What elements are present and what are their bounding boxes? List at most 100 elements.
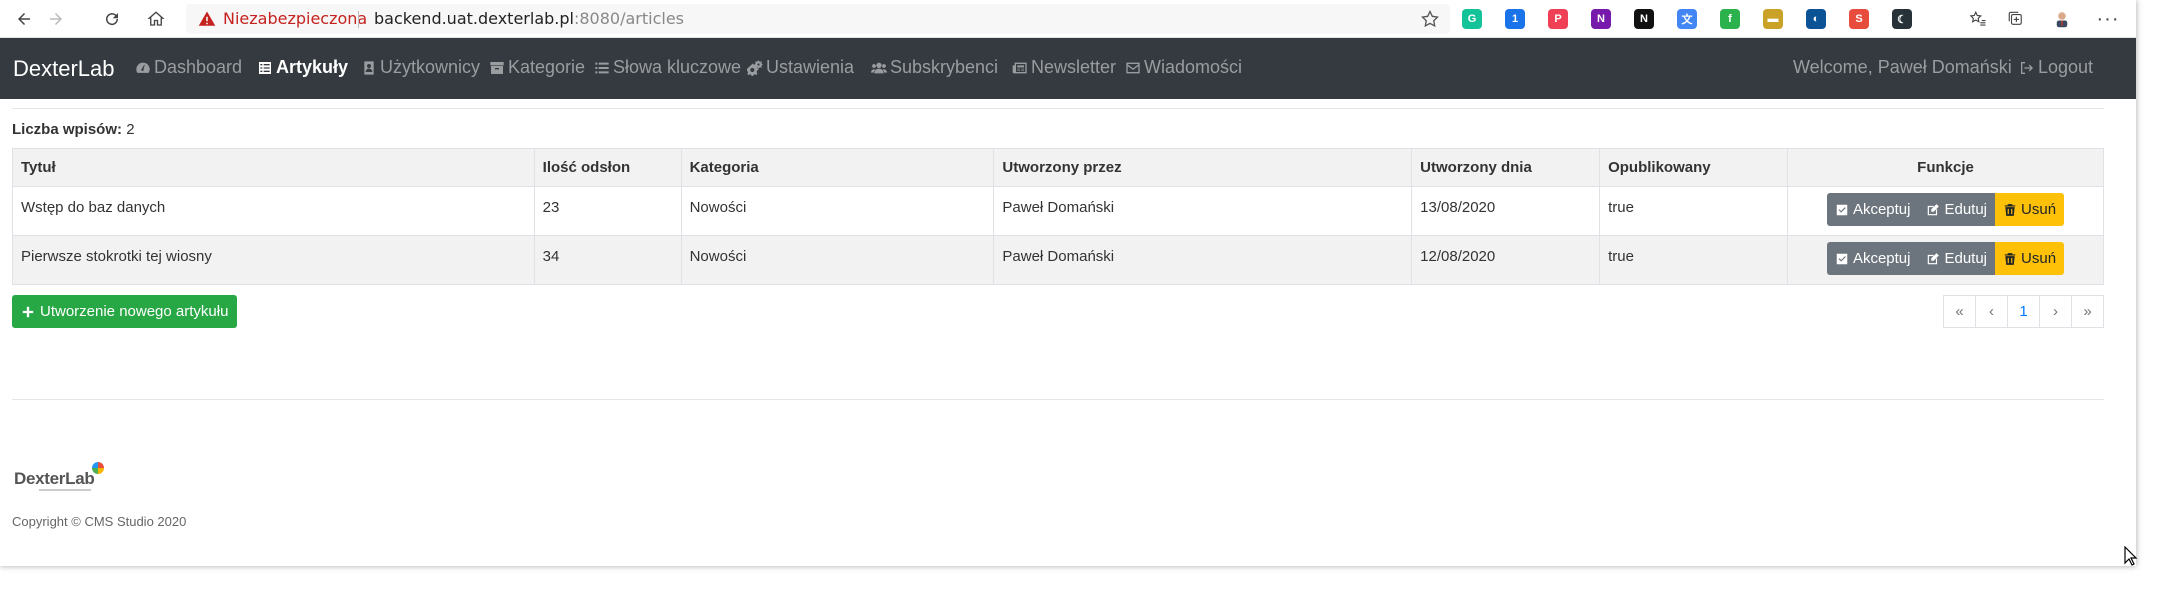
articles-table: Tytuł Ilość odsłon Kategoria Utworzony p…: [12, 148, 2104, 285]
checkbox-icon: [1836, 253, 1848, 264]
column-header-title[interactable]: Tytuł: [12, 148, 535, 187]
address-bar[interactable]: Niezabezpieczona backend.uat.dexterlab.p…: [186, 4, 1450, 34]
footer-divider: [12, 399, 2104, 400]
page-first[interactable]: «: [1943, 295, 1976, 328]
page-last[interactable]: »: [2071, 295, 2104, 328]
url-text[interactable]: backend.uat.dexterlab.pl:8080/articles: [374, 4, 684, 34]
cell-author: Paweł Domański: [993, 235, 1413, 285]
grammarly-icon[interactable]: G: [1462, 9, 1482, 29]
edit-button[interactable]: Edutuj: [1918, 193, 1996, 226]
logo-mark-icon: [92, 462, 104, 474]
delete-button[interactable]: Usuń: [1995, 193, 2065, 226]
nav-item-label: Dashboard: [154, 57, 243, 77]
nav-item-categories[interactable]: Kategorie: [489, 57, 585, 78]
divider: [12, 108, 2104, 109]
logout-link[interactable]: Logout: [2019, 57, 2093, 78]
nav-item-newsletter[interactable]: Newsletter: [1012, 57, 1116, 78]
cogs-icon: [747, 60, 763, 76]
footer-logo-text: DexterLab: [14, 469, 95, 488]
cell-functions: Akceptuj Edutuj Usuń: [1787, 186, 2104, 236]
delete-label: Usuń: [2021, 250, 2057, 267]
sign-out-icon: [2021, 61, 2033, 74]
nav-item-label: Ustawienia: [766, 57, 855, 77]
nav-item-subscribers[interactable]: Subskrybenci: [871, 57, 998, 78]
envelope-icon: [1126, 62, 1140, 73]
browser-window: Niezabezpieczona backend.uat.dexterlab.p…: [0, 0, 2136, 566]
table-row: Pierwsze stokrotki tej wiosny 34 Nowości…: [12, 235, 2104, 285]
dashboard-icon: [136, 62, 150, 73]
user-card-icon: [364, 60, 374, 75]
translate-icon[interactable]: 文: [1677, 9, 1697, 29]
column-header-author[interactable]: Utworzony przez: [993, 148, 1413, 187]
accept-button[interactable]: Akceptuj: [1826, 193, 1919, 226]
row-actions: Akceptuj Edutuj Usuń: [1826, 242, 2065, 275]
more-icon[interactable]: ···: [2096, 7, 2120, 31]
brand-logo[interactable]: DexterLab: [13, 56, 115, 82]
column-header-date[interactable]: Utworzony dnia: [1411, 148, 1601, 187]
accept-label: Akceptuj: [1852, 250, 1911, 267]
onenote-icon[interactable]: N: [1591, 9, 1611, 29]
archive-icon: [490, 61, 504, 74]
logo-tagline: [39, 489, 91, 491]
nav-item-messages[interactable]: Wiadomości: [1125, 57, 1242, 78]
nav-item-label: Newsletter: [1031, 57, 1117, 77]
cell-date: 13/08/2020: [1411, 186, 1601, 236]
checkbox-icon: [1836, 204, 1848, 215]
bookmark-star-icon[interactable]: [1420, 9, 1440, 29]
nav-item-dashboard[interactable]: Dashboard: [135, 57, 242, 78]
profile-avatar[interactable]: [2050, 7, 2074, 31]
page-current[interactable]: 1: [2007, 295, 2040, 328]
cell-title: Wstęp do baz danych: [12, 186, 535, 236]
ext-bar-icon[interactable]: ▬: [1763, 9, 1783, 29]
onepassword-icon[interactable]: 1: [1505, 9, 1525, 29]
list-icon: [259, 61, 271, 74]
favorites-icon[interactable]: [1966, 7, 1990, 31]
nav-item-label: Kategorie: [508, 57, 586, 77]
column-header-published[interactable]: Opublikowany: [1599, 148, 1789, 187]
nav-item-articles[interactable]: Artykuły: [257, 57, 348, 78]
home-icon[interactable]: [144, 7, 168, 31]
cell-category: Nowości: [680, 235, 995, 285]
reload-icon[interactable]: [100, 7, 124, 31]
browser-toolbar: Niezabezpieczona backend.uat.dexterlab.p…: [0, 0, 2136, 38]
cell-category: Nowości: [680, 186, 995, 236]
accept-button[interactable]: Akceptuj: [1826, 242, 1919, 275]
address-separator: [358, 11, 359, 28]
nav-item-label: Subskrybenci: [890, 57, 999, 77]
users-icon: [871, 62, 887, 73]
plus-icon: [22, 306, 34, 317]
delete-button[interactable]: Usuń: [1995, 242, 2065, 275]
ext-circle-icon[interactable]: ◐: [1806, 9, 1826, 29]
page-next[interactable]: ›: [2039, 295, 2072, 328]
trash-icon: [2004, 203, 2016, 216]
feedly-icon[interactable]: f: [1720, 9, 1740, 29]
ext-badge-icon[interactable]: S: [1849, 9, 1869, 29]
nav-item-users[interactable]: Użytkownicy: [361, 57, 480, 78]
forward-icon[interactable]: [44, 7, 68, 31]
trash-icon: [2004, 252, 2016, 265]
security-status[interactable]: Niezabezpieczona: [223, 4, 367, 34]
nav-item-keywords[interactable]: Słowa kluczowe: [594, 57, 741, 78]
edit-icon: [1928, 252, 1940, 264]
pagination: « ‹ 1 › »: [1943, 295, 2104, 328]
delete-label: Usuń: [2021, 201, 2057, 218]
footer-logo: DexterLab: [14, 462, 114, 494]
mouse-cursor-icon: [2124, 546, 2138, 566]
url-host: backend.uat.dexterlab.pl: [374, 9, 574, 28]
nav-item-settings[interactable]: Ustawienia: [747, 57, 854, 78]
cell-views: 34: [533, 235, 682, 285]
welcome-text: Welcome, Paweł Domański: [1793, 57, 2012, 77]
create-article-label: Utworzenie nowego artykułu: [40, 303, 229, 320]
column-header-category[interactable]: Kategoria: [680, 148, 995, 187]
notion-icon[interactable]: N: [1634, 9, 1654, 29]
collections-icon[interactable]: [2004, 7, 2028, 31]
edit-button[interactable]: Edutuj: [1918, 242, 1996, 275]
pocket-icon[interactable]: P: [1548, 9, 1568, 29]
page-prev[interactable]: ‹: [1975, 295, 2008, 328]
entry-count-label: Liczba wpisów:: [12, 121, 123, 138]
cell-published: true: [1599, 186, 1789, 236]
back-icon[interactable]: [12, 7, 36, 31]
ext-moon-icon[interactable]: ☾: [1892, 9, 1912, 29]
column-header-views[interactable]: Ilość odsłon: [533, 148, 682, 187]
create-article-button[interactable]: Utworzenie nowego artykułu: [12, 295, 238, 328]
